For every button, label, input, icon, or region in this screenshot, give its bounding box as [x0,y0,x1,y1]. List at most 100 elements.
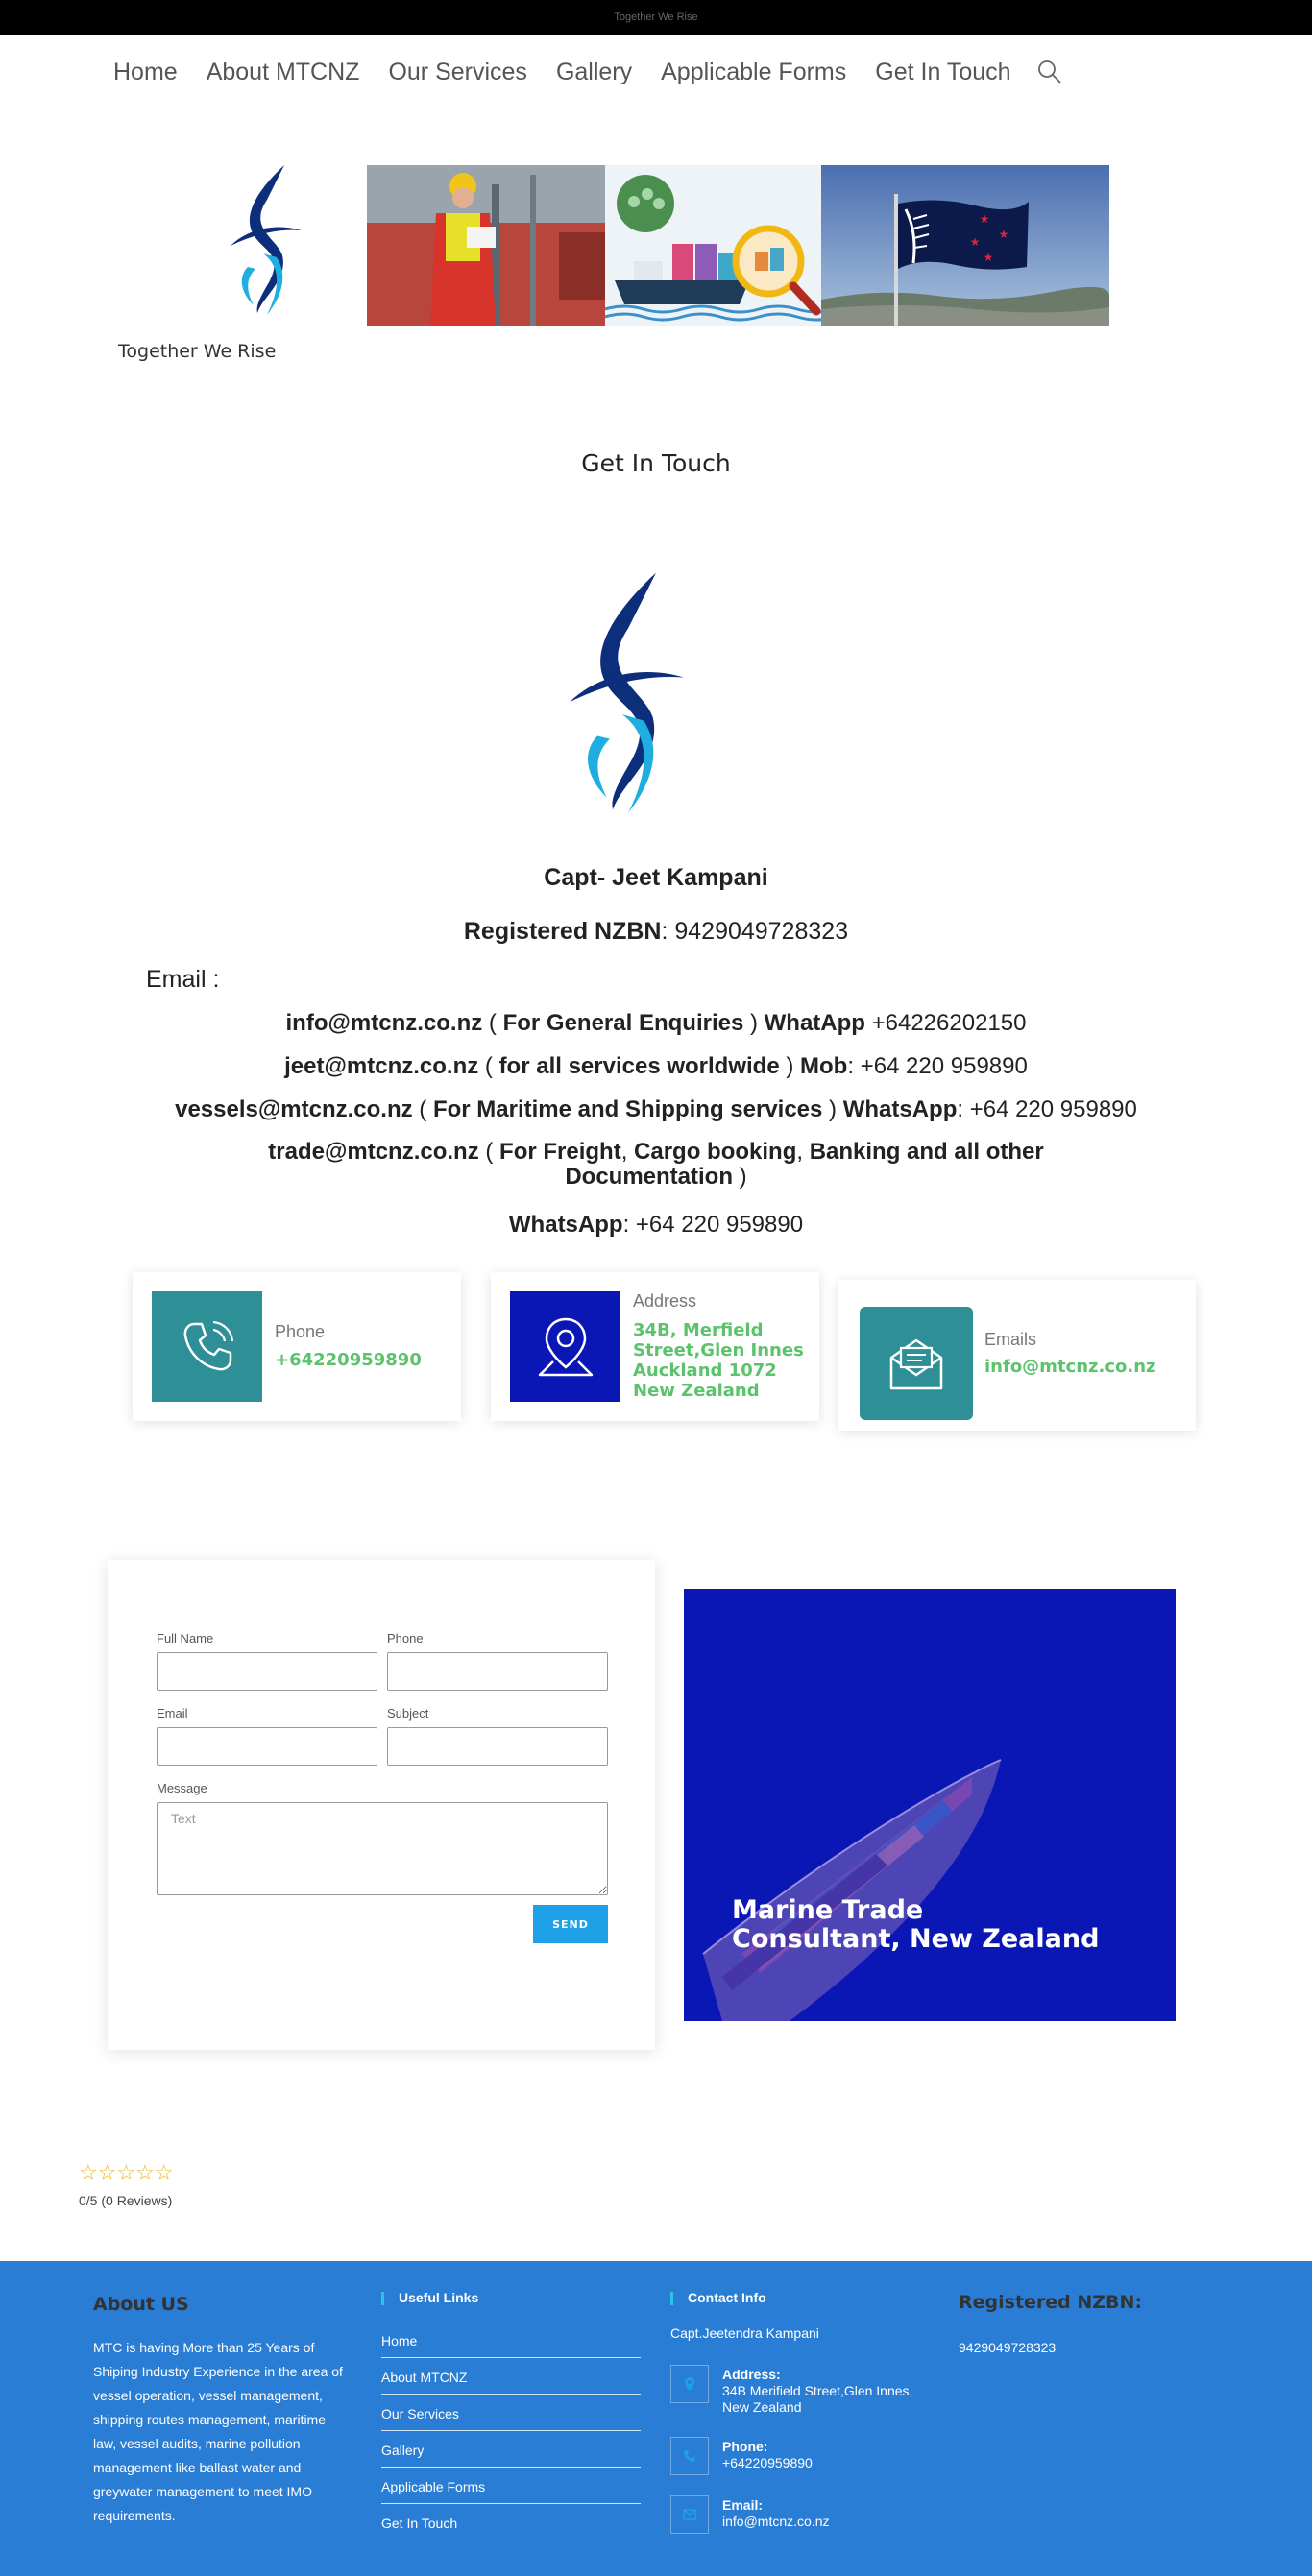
top-bar-text: Together We Rise [614,12,698,23]
trade-desc-documentation: Documentation [565,1164,733,1190]
contact-desc: for all services worldwide [498,1053,780,1079]
phone-card-label: Phone [275,1322,326,1341]
full-name-label: Full Name [157,1631,214,1646]
footer-location-icon-box [670,2365,709,2403]
contact-line-jeet: jeet@mtcnz.co.nz ( for all services worl… [0,1053,1312,1080]
contact-sep: : [957,1096,970,1122]
address-line: 34B, Merfield [633,1320,764,1340]
footer-phone-label: Phone: [722,2439,768,2454]
contact-email-info[interactable]: info@mtcnz.co.nz [286,1010,483,1036]
email-icon-box [860,1307,973,1420]
nav-contact[interactable]: Get In Touch [875,59,1010,86]
email-field-label: Email [157,1706,188,1721]
search-icon[interactable] [1036,59,1063,85]
location-icon [685,2377,694,2391]
phone-label: Phone [387,1631,424,1646]
contact-trade-row1: trade@mtcnz.co.nz ( For Freight, Cargo b… [0,1140,1312,1165]
paren-close: ) [743,1010,765,1036]
footer-nzbn-value: 9429049728323 [959,2340,1057,2355]
svg-text:★: ★ [980,212,990,226]
footer-email-icon-box [670,2495,709,2534]
phone-card-value[interactable]: +64220959890 [275,1350,422,1370]
nav-services[interactable]: Our Services [388,59,526,86]
svg-text:★: ★ [970,235,981,249]
contact-name-prefix: Capt [544,864,597,891]
footer-email-label: Email: [722,2497,764,2513]
paren-close: ) [779,1053,801,1079]
contact-line-trade: trade@mtcnz.co.nz ( For Freight, Cargo b… [0,1140,1312,1190]
nzbn-label: Registered NZBN [463,918,662,945]
emails-card-label: Emails [984,1330,1037,1349]
worker-illustration [367,165,605,326]
nav-about[interactable]: About MTCNZ [207,59,360,86]
footer-link-home[interactable]: Home [381,2322,641,2358]
footer-link-forms[interactable]: Applicable Forms [381,2468,641,2504]
footer-about-text: MTC is having More than 25 Years of Ship… [93,2340,343,2523]
nav-forms[interactable]: Applicable Forms [661,59,846,86]
footer-phone-icon-box [670,2437,709,2475]
contact-sep [865,1010,872,1036]
address-line: Street,Glen Innes [633,1340,804,1360]
nav-gallery[interactable]: Gallery [556,59,632,86]
promo-line: Marine Trade [732,1895,924,1925]
phone-input[interactable] [387,1652,608,1691]
emails-card[interactable]: Emails info@mtcnz.co.nz [838,1280,1196,1431]
promo-line: Consultant, New Zealand [732,1924,1100,1954]
email-icon [683,2509,696,2520]
footer-link-gallery[interactable]: Gallery [381,2431,641,2468]
contact-email-jeet[interactable]: jeet@mtcnz.co.nz [284,1053,478,1079]
footer-address: Address: 34B Merifield Street,Glen Innes… [722,2367,943,2416]
footer-links: Home About MTCNZ Our Services Gallery Ap… [381,2322,641,2540]
rating-stars[interactable]: ☆☆☆☆☆ [79,2162,174,2183]
contact-name-rest: - Jeet Kampani [596,864,768,891]
message-textarea[interactable] [157,1802,608,1895]
footer-email: Email: info@mtcnz.co.nz [722,2497,943,2530]
footer-email-value[interactable]: info@mtcnz.co.nz [722,2514,829,2529]
address-line: Auckland 1072 [633,1360,777,1381]
footer-about-title: About US [93,2294,189,2315]
phone-icon [183,1320,233,1370]
footer-link-contact[interactable]: Get In Touch [381,2504,641,2540]
message-label: Message [157,1781,207,1795]
full-name-input[interactable] [157,1652,377,1691]
subject-input[interactable] [387,1727,608,1766]
container-ship-illustration [702,1759,1002,2021]
envelope-icon [889,1338,943,1390]
brand-tagline: Together We Rise [118,341,277,362]
nav-home[interactable]: Home [113,59,178,86]
contact-desc: For Maritime and Shipping services [432,1096,823,1122]
flag-illustration: ★ ★ ★ ★ [821,165,1109,326]
contact-label: WhatsApp [842,1096,958,1122]
footer-nzbn-title: Registered NZBN: [959,2292,1143,2313]
phone-icon [684,2450,695,2462]
contact-nzbn: Registered NZBN: 9429049728323 [0,918,1312,946]
map-pin-icon [538,1317,593,1376]
contact-email-vessels[interactable]: vessels@mtcnz.co.nz [175,1096,413,1122]
contact-email-trade[interactable]: trade@mtcnz.co.nz [268,1139,478,1165]
footer-link-about[interactable]: About MTCNZ [381,2358,641,2395]
subject-label: Subject [387,1706,429,1721]
emails-card-value[interactable]: info@mtcnz.co.nz [984,1357,1156,1377]
contact-trade-row2: Documentation ) [0,1165,1312,1190]
send-button[interactable]: SEND [533,1905,608,1943]
paren-close: ) [822,1096,843,1122]
footer-address-label: Address: [722,2367,781,2382]
footer-link-services[interactable]: Our Services [381,2395,641,2431]
email-input[interactable] [157,1727,377,1766]
top-bar: Together We Rise [0,0,1312,35]
whatsapp-value: : +64 220 959890 [622,1212,804,1238]
contact-sep: : [847,1053,861,1079]
phone-card[interactable]: Phone +64220959890 [133,1272,461,1421]
main-nav: Home About MTCNZ Our Services Gallery Ap… [113,56,1063,88]
footer-address-value: 34B Merifield Street,Glen Innes, New Zea… [722,2383,913,2415]
contact-line-info: info@mtcnz.co.nz ( For General Enquiries… [0,1010,1312,1037]
brand-logo[interactable] [229,161,304,317]
footer-phone: Phone: +64220959890 [722,2439,943,2471]
star-rating-icons[interactable]: ☆☆☆☆☆ [79,2162,174,2183]
comma: , [620,1139,635,1165]
paren-open: ( [482,1010,503,1036]
footer-phone-value[interactable]: +64220959890 [722,2455,813,2470]
nzbn-value: : 9429049728323 [661,918,849,945]
contact-form: Full Name Phone Email Subject Message SE… [108,1560,655,2050]
address-card[interactable]: Address 34B, Merfield Street,Glen Innes … [491,1272,819,1421]
